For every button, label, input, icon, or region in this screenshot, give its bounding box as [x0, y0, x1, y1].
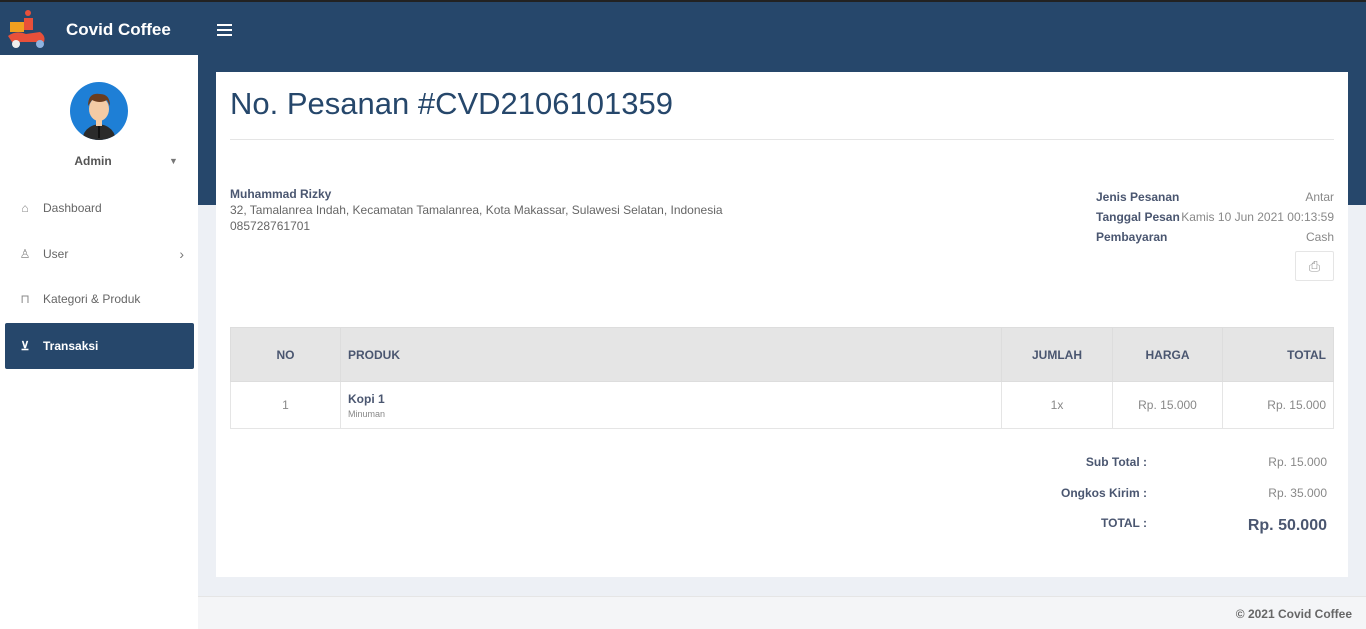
column-header: NO	[230, 327, 341, 382]
chevron-right-icon: ›	[179, 246, 184, 262]
meta-value: Kamis 10 Jun 2021 00:13:59	[1181, 210, 1334, 224]
customer-address: 32, Tamalanrea Indah, Kecamatan Tamalanr…	[230, 203, 723, 217]
footer: © 2021 Covid Coffee	[198, 596, 1366, 629]
meta-label: Jenis Pesanan	[1096, 190, 1180, 204]
column-header: JUMLAH	[1001, 327, 1113, 382]
users-icon: ♙	[19, 247, 31, 261]
caret-down-icon[interactable]: ▼	[169, 156, 178, 166]
sidebar-item-kategori-produk[interactable]: ⊓ Kategori & Produk	[5, 276, 194, 322]
sidebar-item-label: User	[43, 247, 69, 261]
meta-value: Antar	[1305, 190, 1334, 204]
product-name: Kopi 1	[348, 391, 385, 406]
user-name[interactable]: Admin	[0, 154, 186, 168]
table-header: NO PRODUK JUMLAH HARGA TOTAL	[230, 327, 1334, 382]
sidebar-item-label: Transaksi	[43, 339, 99, 353]
footer-copyright: © 2021 Covid Coffee	[1235, 607, 1352, 621]
subtotal-value: Rp. 15.000	[1268, 455, 1327, 469]
total-label: TOTAL :	[1101, 516, 1147, 530]
column-header: PRODUK	[340, 327, 1002, 382]
cell-total: Rp. 15.000	[1222, 381, 1334, 429]
sidebar-item-dashboard[interactable]: ⌂ Dashboard	[5, 185, 194, 231]
meta-label: Pembayaran	[1096, 230, 1168, 244]
avatar[interactable]	[70, 82, 128, 140]
logo-icon	[8, 10, 45, 48]
page-title: No. Pesanan #CVD2106101359	[230, 86, 673, 121]
column-header: TOTAL	[1222, 327, 1334, 382]
cell-no: 1	[230, 381, 341, 429]
order-items-table: NO PRODUK JUMLAH HARGA TOTAL 1 Kopi 1 Min…	[230, 327, 1334, 429]
top-navbar: Covid Coffee	[0, 0, 1366, 55]
cell-price: Rp. 15.000	[1112, 381, 1223, 429]
customer-phone: 085728761701	[230, 219, 311, 233]
sidebar: Admin ▼ ⌂ Dashboard ♙ User › ⊓ Kategori & Pr…	[0, 55, 198, 629]
product-category: Minuman	[348, 408, 386, 419]
order-card: No. Pesanan #CVD2106101359 Muhammad Rizk…	[216, 72, 1348, 577]
meta-value: Cash	[1305, 230, 1334, 244]
cell-product: Kopi 1 Minuman	[340, 381, 1002, 429]
total-value: Rp. 50.000	[1247, 517, 1327, 534]
print-button[interactable]: ⎙	[1295, 251, 1334, 281]
shipping-value: Rp. 35.000	[1268, 486, 1327, 500]
table-row: 1 Kopi 1 Minuman 1x Rp. 15.000 Rp. 15.000	[230, 381, 1334, 429]
customer-info: Muhammad Rizky 32, Tamalanrea Indah, Kec…	[230, 186, 723, 234]
sidebar-item-user[interactable]: ♙ User ›	[5, 231, 194, 277]
home-icon: ⌂	[21, 201, 29, 215]
column-header: HARGA	[1112, 327, 1223, 382]
printer-icon: ⎙	[1308, 257, 1321, 274]
sidebar-item-label: Kategori & Produk	[43, 292, 141, 306]
sidebar-item-transaksi[interactable]: ⊻ Transaksi	[5, 323, 194, 369]
divider	[230, 139, 1334, 140]
sidebar-item-label: Dashboard	[43, 201, 102, 215]
shipping-label: Ongkos Kirim :	[1060, 486, 1147, 500]
customer-name: Muhammad Rizky	[230, 187, 332, 201]
meta-label: Tanggal Pesan	[1096, 210, 1180, 224]
subtotal-label: Sub Total :	[1085, 455, 1147, 469]
menu-toggle-icon[interactable]	[217, 24, 232, 36]
cell-qty: 1x	[1001, 381, 1113, 429]
bag-icon: ⊓	[20, 292, 30, 306]
brand-name: Covid Coffee	[66, 20, 171, 39]
order-meta: Jenis Pesanan Antar Tanggal Pesan Kamis 10…	[1096, 187, 1334, 247]
cart-icon: ⊻	[20, 339, 30, 353]
